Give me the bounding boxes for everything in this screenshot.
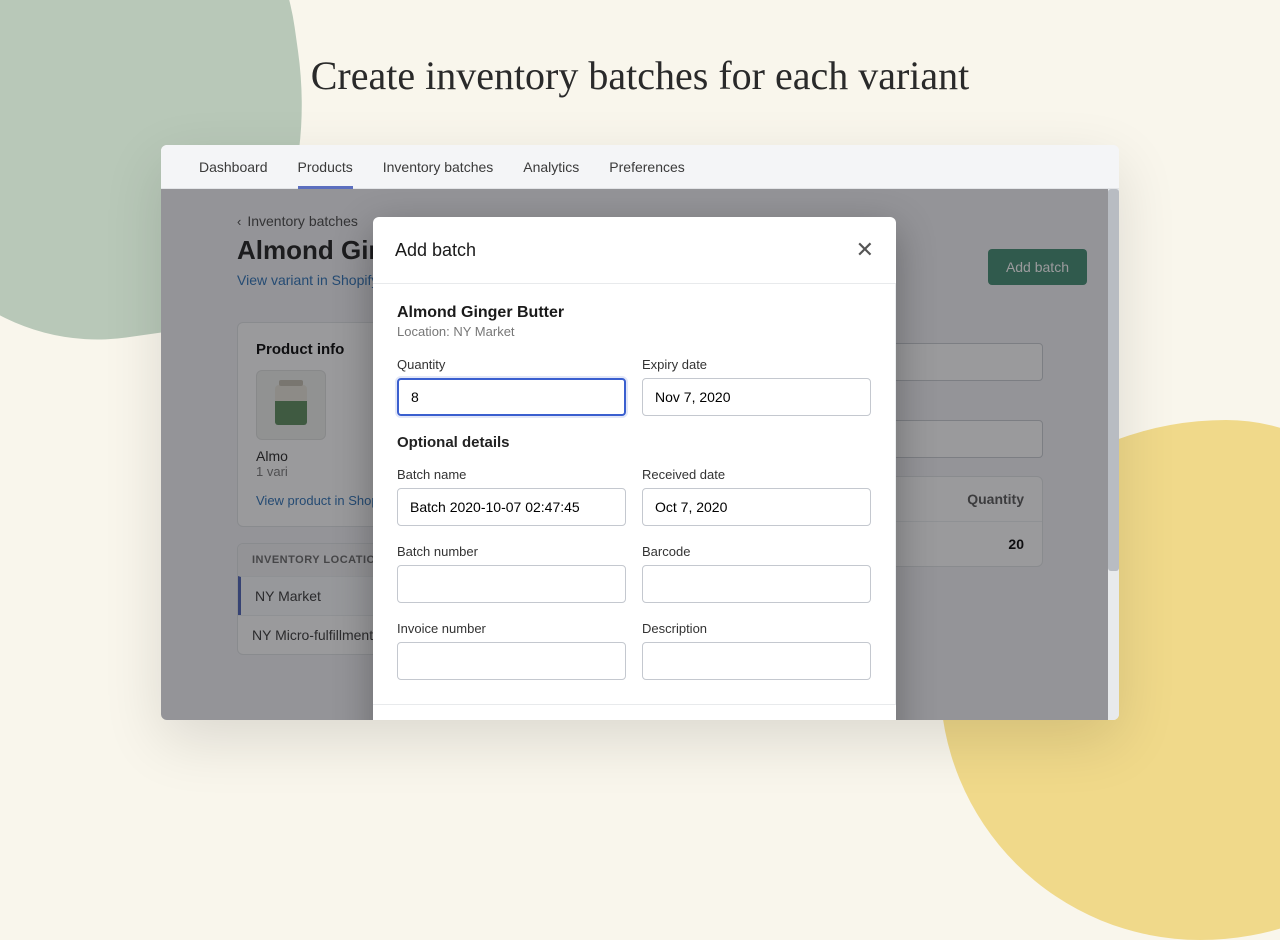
- add-batch-modal: Add batch ✕ Almond Ginger Butter Locatio…: [373, 217, 896, 720]
- page-headline: Create inventory batches for each varian…: [0, 52, 1280, 99]
- close-icon[interactable]: ✕: [856, 237, 874, 263]
- modal-title: Add batch: [395, 240, 476, 261]
- batch-number-input[interactable]: [397, 565, 626, 603]
- received-date-label: Received date: [642, 467, 871, 482]
- invoice-number-input[interactable]: [397, 642, 626, 680]
- expiry-input[interactable]: [642, 378, 871, 416]
- tab-preferences[interactable]: Preferences: [609, 145, 684, 189]
- barcode-input[interactable]: [642, 565, 871, 603]
- tab-inventory-batches[interactable]: Inventory batches: [383, 145, 494, 189]
- barcode-label: Barcode: [642, 544, 871, 559]
- batch-number-label: Batch number: [397, 544, 626, 559]
- tab-analytics[interactable]: Analytics: [523, 145, 579, 189]
- batch-name-label: Batch name: [397, 467, 626, 482]
- description-input[interactable]: [642, 642, 871, 680]
- description-label: Description: [642, 621, 871, 636]
- tabbar: Dashboard Products Inventory batches Ana…: [161, 145, 1119, 189]
- scrollbar[interactable]: [1108, 189, 1119, 720]
- quantity-input[interactable]: [397, 378, 626, 416]
- modal-product-name: Almond Ginger Butter: [397, 304, 871, 322]
- invoice-number-label: Invoice number: [397, 621, 626, 636]
- received-date-input[interactable]: [642, 488, 871, 526]
- optional-heading: Optional details: [397, 434, 871, 451]
- batch-name-input[interactable]: [397, 488, 626, 526]
- expiry-label: Expiry date: [642, 357, 871, 372]
- modal-location: Location: NY Market: [397, 324, 871, 339]
- tab-dashboard[interactable]: Dashboard: [199, 145, 268, 189]
- app-window: Dashboard Products Inventory batches Ana…: [161, 145, 1119, 720]
- tab-products[interactable]: Products: [298, 145, 353, 189]
- quantity-label: Quantity: [397, 357, 626, 372]
